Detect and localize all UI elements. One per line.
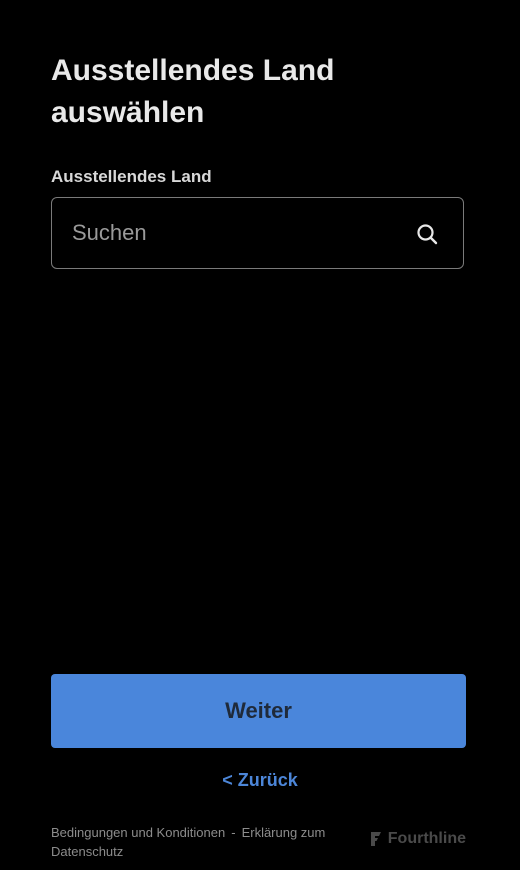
fourthline-logo-icon — [370, 832, 381, 846]
page-title: Ausstellendes Land auswählen — [51, 54, 335, 129]
brand-name: Fourthline — [387, 830, 466, 847]
country-search-input[interactable] — [72, 198, 392, 268]
search-icon[interactable] — [415, 222, 439, 246]
terms-link[interactable]: Bedingungen und Konditionen — [51, 825, 225, 840]
country-search-box[interactable] — [51, 197, 464, 269]
brand-logo: Fourthline — [370, 830, 466, 848]
footer-links: Bedingungen und Konditionen - Erklärung zu… — [51, 823, 351, 861]
footer-separator: - — [231, 825, 236, 840]
back-link[interactable]: < Zurück — [0, 770, 520, 791]
next-button[interactable]: Weiter — [51, 674, 466, 748]
country-field-label: Ausstellendes Land — [51, 167, 212, 186]
